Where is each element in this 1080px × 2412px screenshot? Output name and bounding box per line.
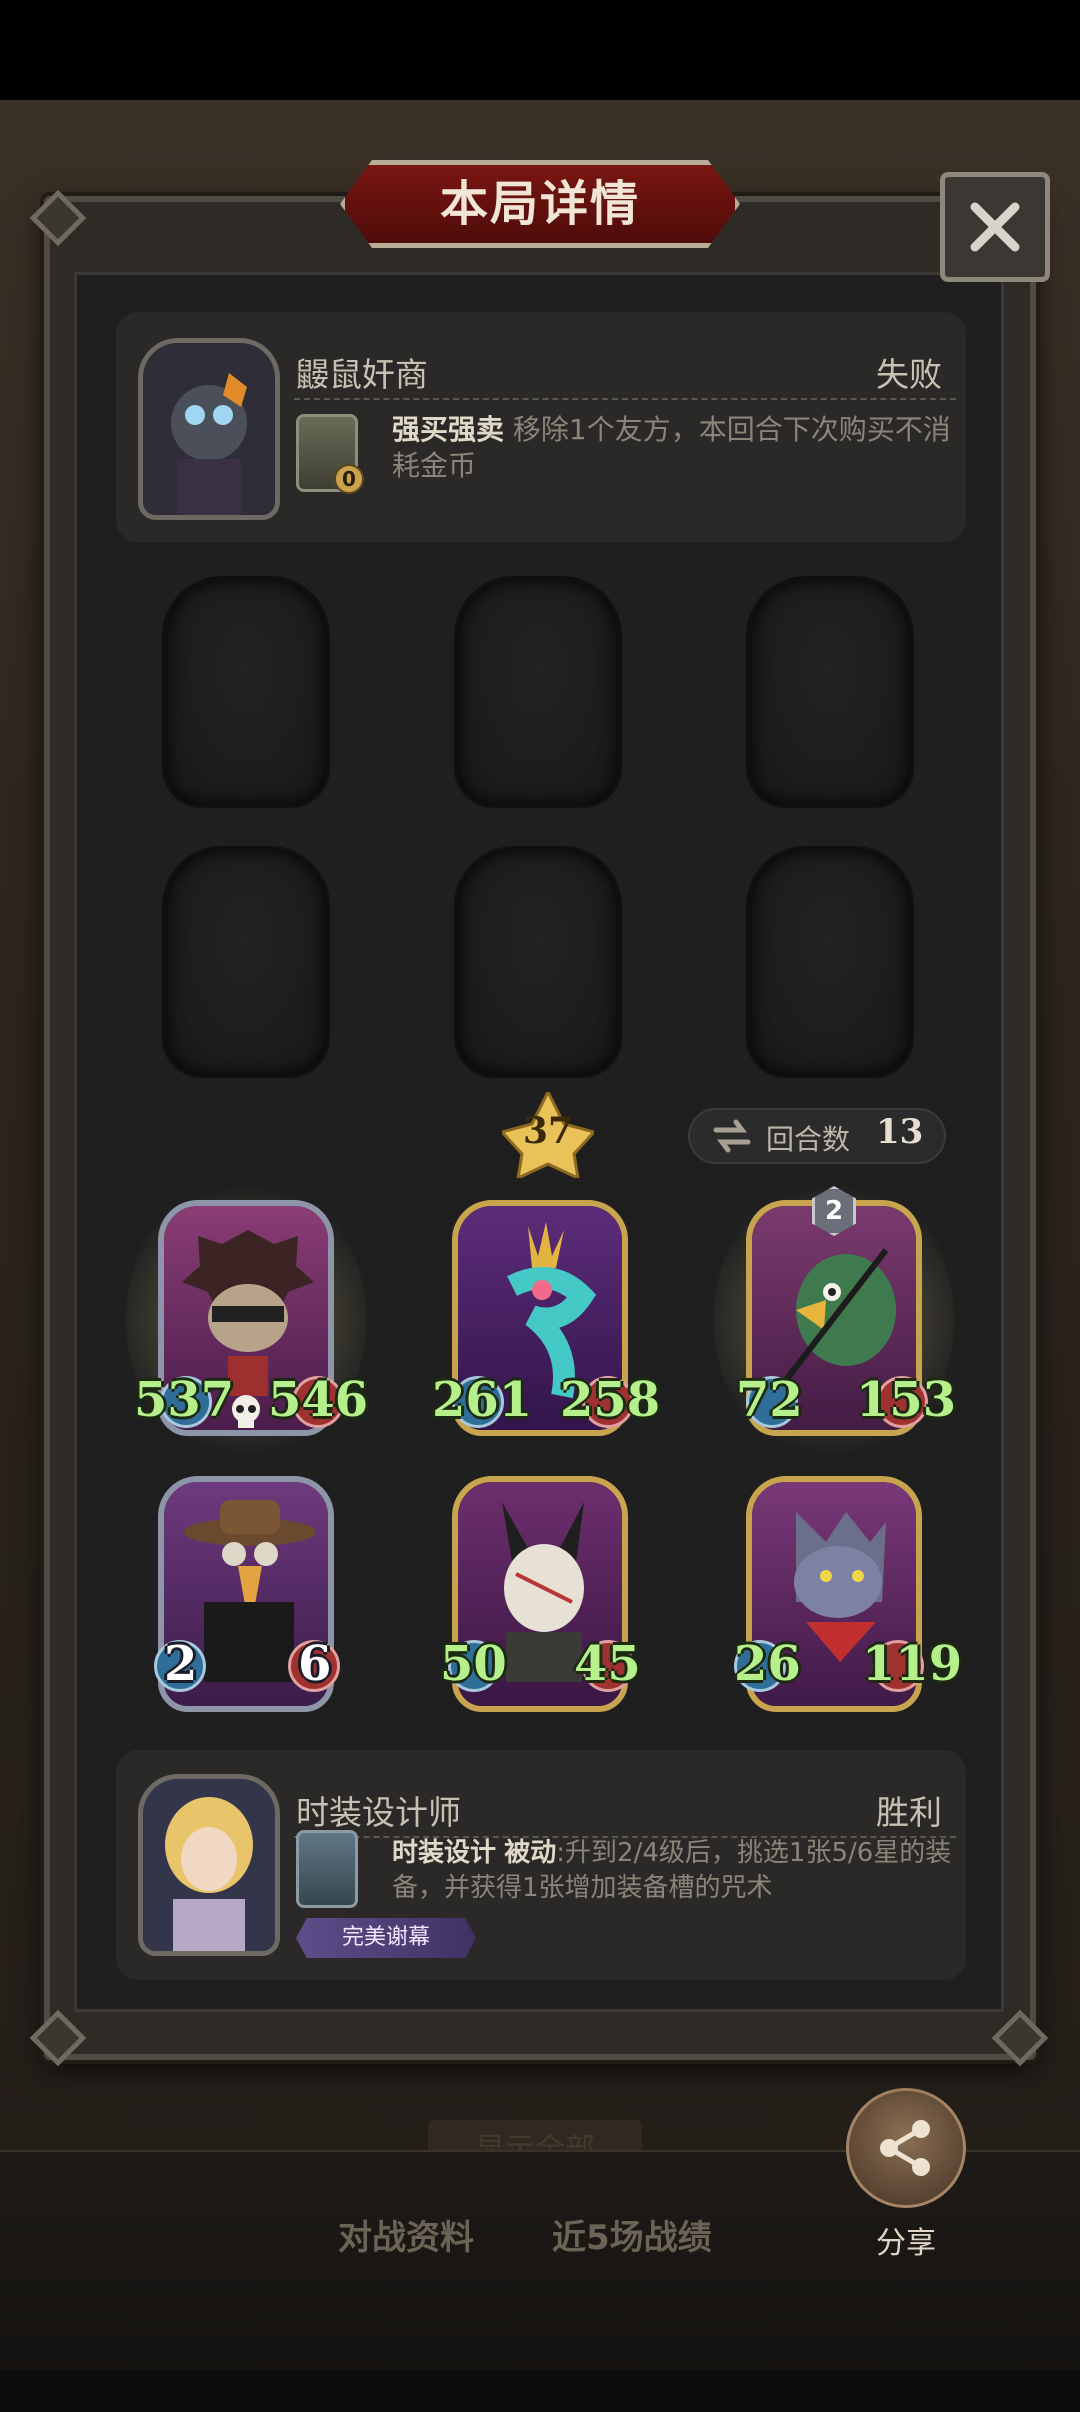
unit-health: 45 bbox=[574, 1636, 641, 1692]
unit-attack: 261 bbox=[432, 1372, 533, 1428]
share-label: 分享 bbox=[876, 2226, 936, 2261]
close-button[interactable] bbox=[940, 172, 1050, 282]
title-badge: 完美谢幕 bbox=[296, 1918, 476, 1958]
status-bar-area bbox=[0, 0, 1080, 100]
unit-attack: 2 bbox=[164, 1636, 198, 1692]
share-icon bbox=[880, 2120, 930, 2176]
unit-attack: 50 bbox=[440, 1636, 507, 1692]
rounds-value: 13 bbox=[876, 1112, 924, 1152]
skull-icon bbox=[232, 1395, 260, 1428]
tab-battle-info[interactable]: 对战资料 bbox=[338, 2210, 474, 2259]
divider bbox=[294, 398, 956, 400]
coin-counter: 0 bbox=[334, 464, 364, 494]
fashion-designer-avatar bbox=[138, 1774, 280, 1956]
close-icon bbox=[970, 202, 1020, 252]
nav-bar-area bbox=[0, 2370, 1080, 2412]
cycle-icon bbox=[713, 1119, 751, 1153]
empty-unit-slot bbox=[746, 846, 914, 1078]
loser-player-card: 鼹鼠奸商 失败 0 强买强卖 移除1个友方，本回合下次购买不消耗金币 bbox=[116, 312, 966, 542]
empty-unit-slot bbox=[746, 576, 914, 808]
unit-health: 119 bbox=[862, 1636, 963, 1692]
level-value: 37 bbox=[522, 1110, 574, 1152]
player-name: 鼹鼠奸商 bbox=[296, 355, 428, 394]
mannequin-skill-icon bbox=[296, 1830, 358, 1908]
unit-attack: 26 bbox=[734, 1636, 801, 1692]
mole-merchant-avatar bbox=[138, 338, 280, 520]
unit-health: 258 bbox=[560, 1372, 661, 1428]
skill-tag: 被动 bbox=[504, 1838, 557, 1868]
unit-health: 153 bbox=[856, 1372, 957, 1428]
player-result: 失败 bbox=[876, 355, 942, 394]
empty-unit-slot bbox=[454, 576, 622, 808]
skill-description: 强买强卖 移除1个友方，本回合下次购买不消耗金币 bbox=[392, 412, 952, 484]
skill-name: 强买强卖 bbox=[392, 413, 505, 446]
empty-unit-slot bbox=[162, 576, 330, 808]
empty-unit-slot bbox=[454, 846, 622, 1078]
winner-player-card: 时装设计师 胜利 时装设计 被动:升到2/4级后，挑选1张5/6星的装备，并获得… bbox=[116, 1750, 966, 1980]
unit-health: 546 bbox=[268, 1372, 369, 1428]
share-button[interactable] bbox=[846, 2088, 966, 2208]
tab-recent-records[interactable]: 近5场战绩 bbox=[552, 2210, 712, 2259]
player-name: 时装设计师 bbox=[296, 1793, 461, 1832]
unit-attack: 537 bbox=[134, 1372, 235, 1428]
empty-unit-slot bbox=[162, 846, 330, 1078]
unit-attack: 72 bbox=[736, 1372, 803, 1428]
page-title: 本局详情 bbox=[439, 176, 640, 232]
rounds-label: 回合数 bbox=[766, 1123, 851, 1156]
player-result: 胜利 bbox=[876, 1793, 942, 1832]
skill-name: 时装设计 bbox=[392, 1838, 497, 1868]
unit-health: 6 bbox=[298, 1636, 332, 1692]
skill-description: 时装设计 被动:升到2/4级后，挑选1张5/6星的装备，并获得1张增加装备槽的咒… bbox=[392, 1836, 952, 1906]
